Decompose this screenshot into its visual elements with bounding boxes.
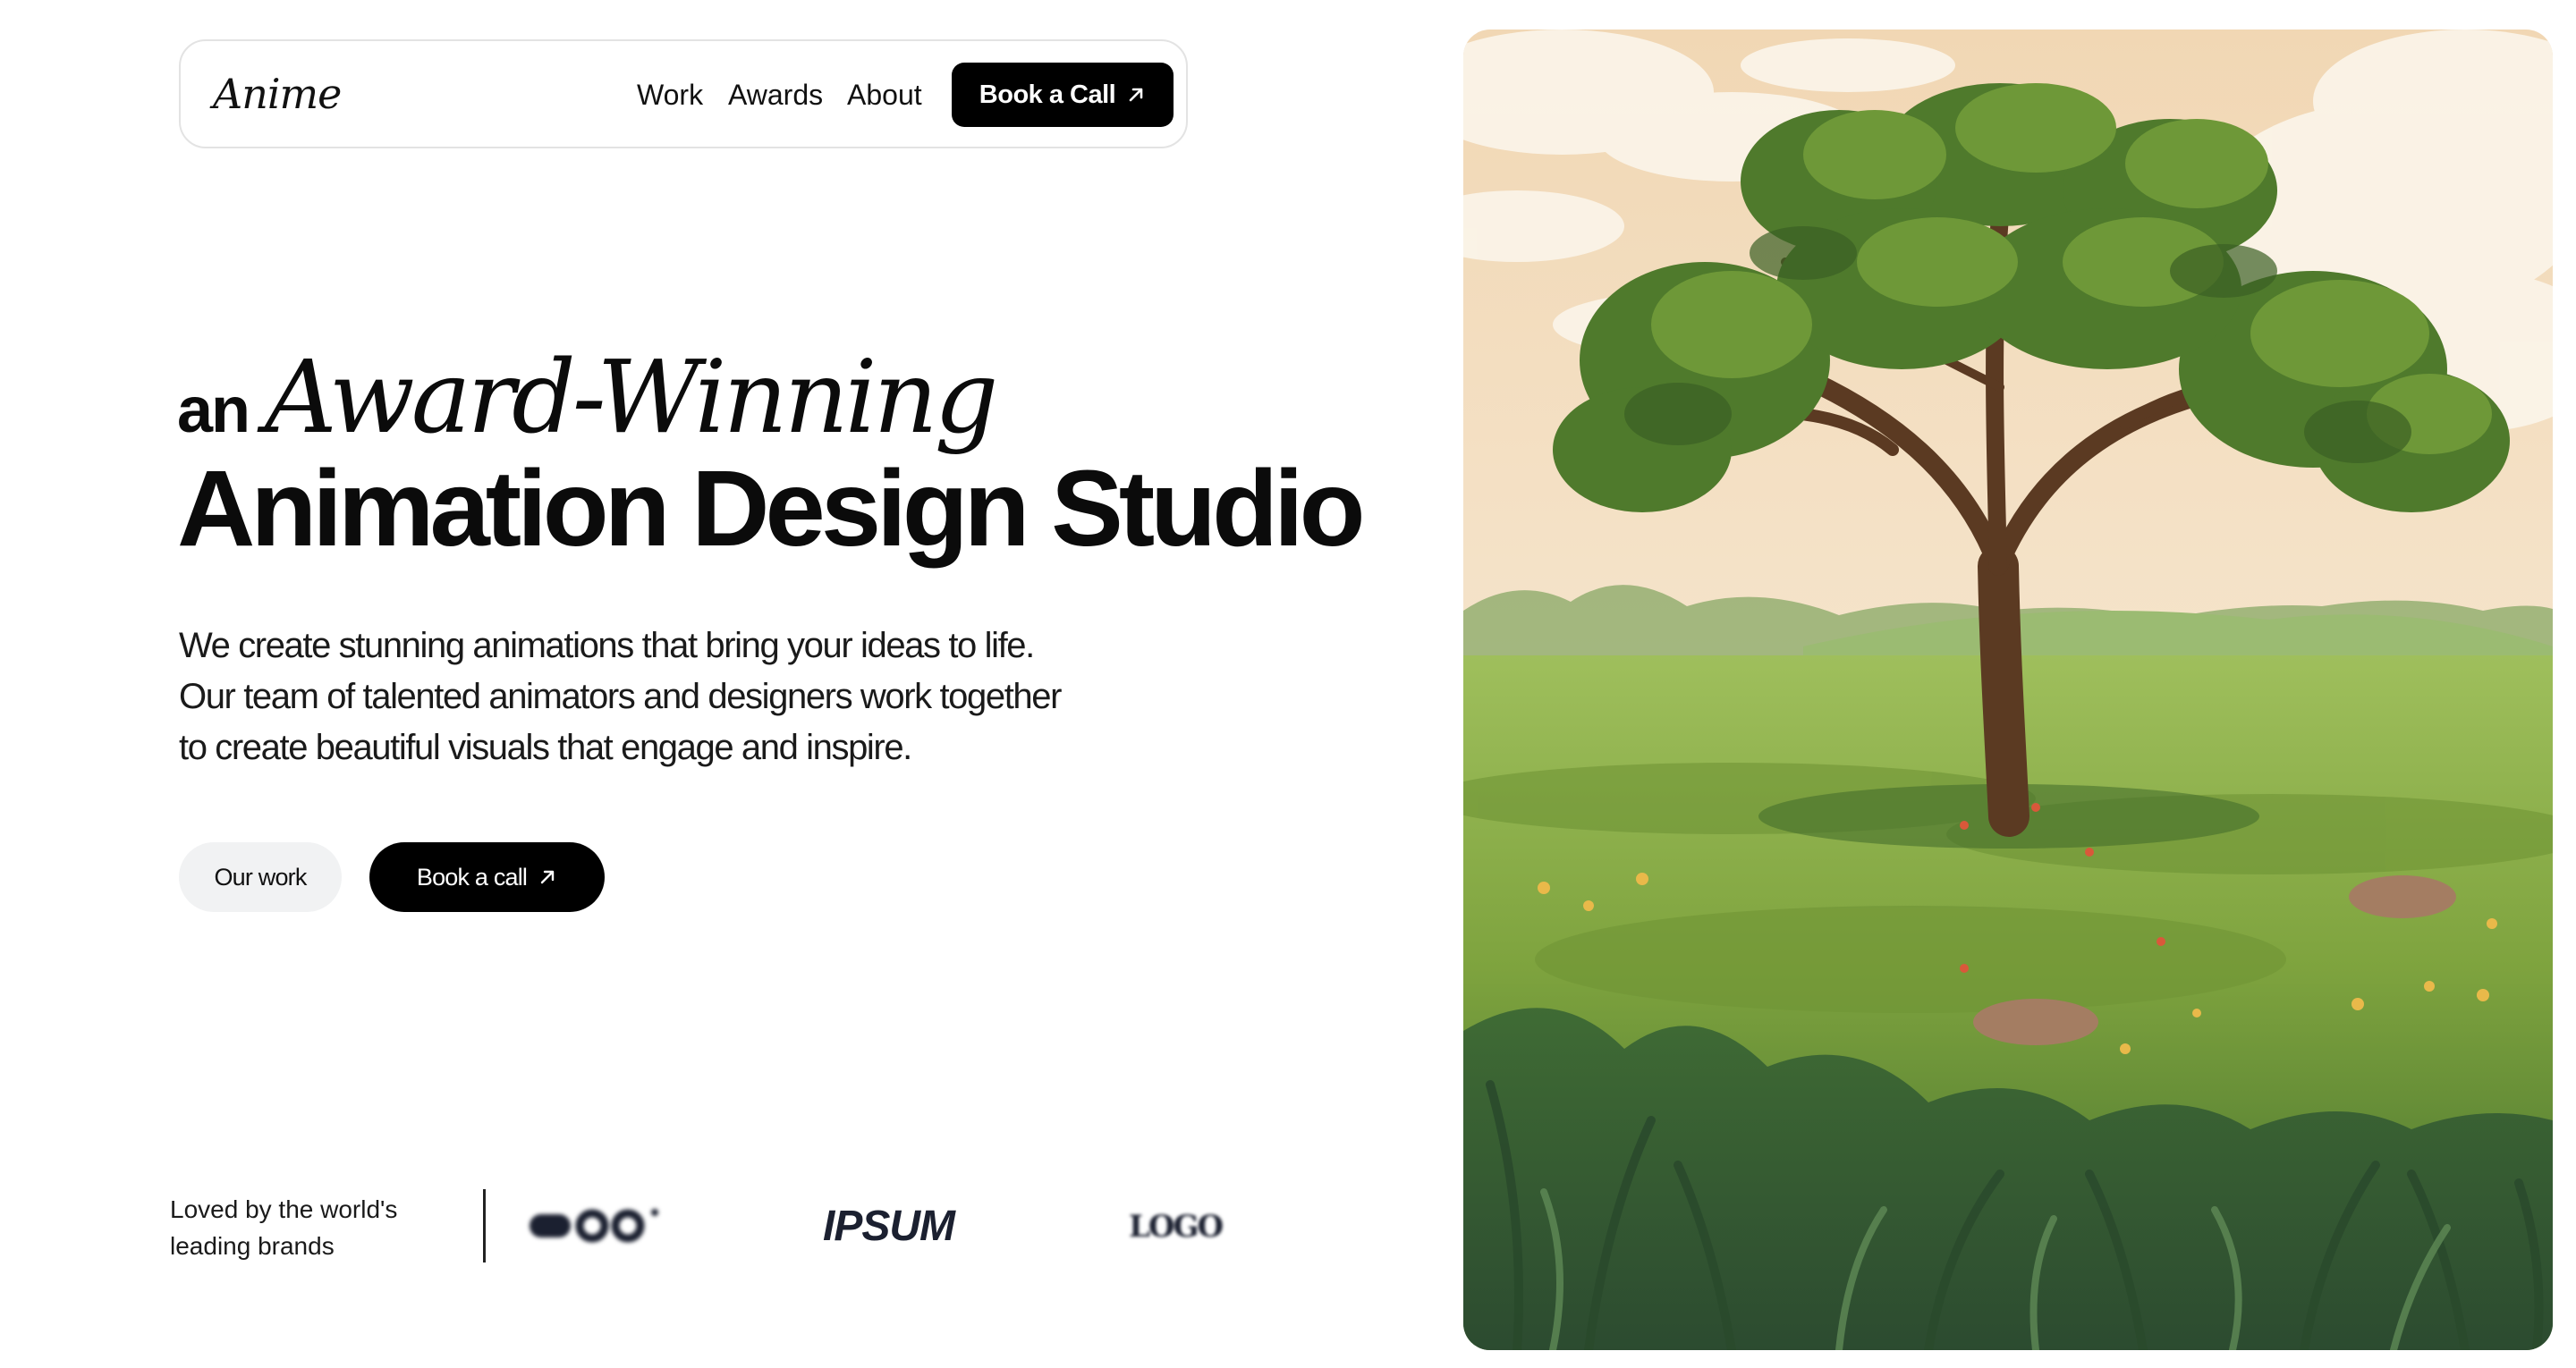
- hero-illustration: [1463, 30, 2553, 1350]
- brand-logo[interactable]: Anime: [213, 70, 342, 118]
- brand-logo-logo: LOGO: [1129, 1209, 1224, 1245]
- blurred-brand-logo-icon: [530, 1209, 658, 1243]
- arrow-up-right-icon: [1129, 88, 1143, 102]
- hero-description: We create stunning animations that bring…: [179, 626, 1062, 767]
- hero-headline-line-1: an Award-Winning: [177, 340, 998, 456]
- brand-logo-ipsum: IPSUM: [823, 1203, 955, 1250]
- book-a-call-button[interactable]: Book a call: [369, 842, 605, 912]
- hero-script-accent: Award-Winning: [265, 340, 998, 456]
- hero-prefix: an: [177, 375, 250, 446]
- brands-divider: [483, 1189, 486, 1262]
- top-navigation: Anime Work Awards About Book a Call: [179, 39, 1188, 148]
- hero-title: Animation Design Studio: [177, 447, 1366, 569]
- brand-logo-1: [526, 1202, 662, 1258]
- book-a-call-label: Book a call: [416, 863, 528, 891]
- nav-link-work[interactable]: Work: [637, 79, 703, 112]
- book-a-call-nav-button[interactable]: Book a Call: [952, 63, 1174, 127]
- nav-link-about[interactable]: About: [847, 79, 922, 112]
- our-work-button[interactable]: Our work: [179, 842, 342, 912]
- tree-meadow-illustration: [1463, 30, 2553, 1350]
- brands-label: Loved by the world's leading brands: [170, 1195, 398, 1260]
- nav-link-awards[interactable]: Awards: [728, 79, 823, 112]
- book-a-call-nav-label: Book a Call: [979, 80, 1116, 109]
- arrow-up-right-icon: [540, 870, 555, 884]
